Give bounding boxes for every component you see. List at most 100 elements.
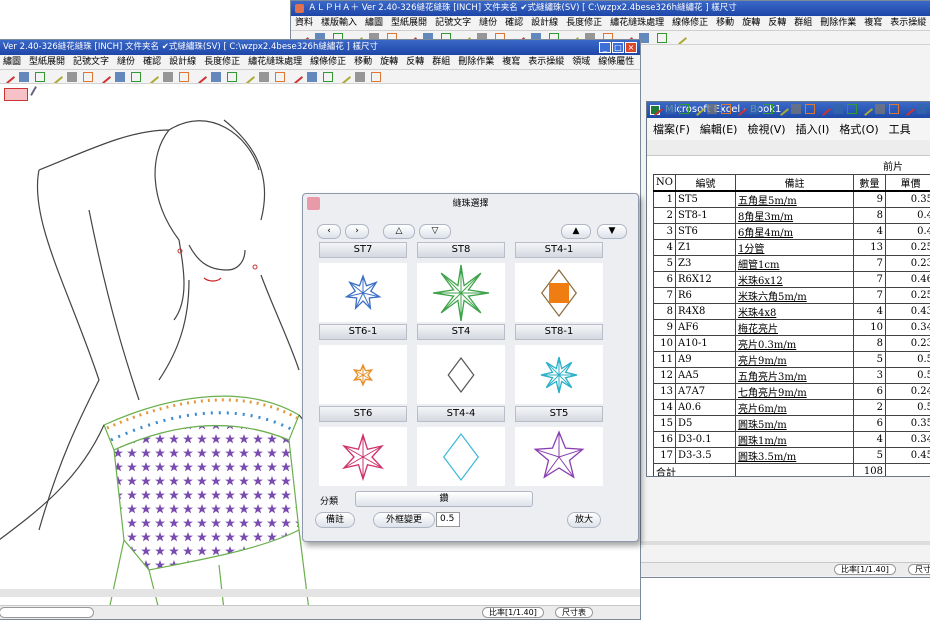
- excel-cell[interactable]: 2: [853, 399, 886, 416]
- excel-header-cell[interactable]: 編號: [675, 174, 736, 192]
- prev-button[interactable]: ‹: [317, 224, 341, 239]
- toolbar-tool-icon[interactable]: [259, 72, 269, 82]
- front-menu-item[interactable]: 領域: [572, 55, 590, 69]
- excel-cell[interactable]: 1: [653, 190, 676, 208]
- excel-cell[interactable]: 8: [853, 207, 886, 224]
- excel-cell[interactable]: [885, 463, 930, 476]
- toolbar-tool-icon[interactable]: [805, 104, 815, 114]
- excel-cell[interactable]: 6: [853, 415, 886, 432]
- excel-cell[interactable]: 6: [653, 271, 676, 288]
- excel-cell[interactable]: 1分管: [735, 239, 854, 256]
- excel-cell[interactable]: 4: [853, 431, 886, 448]
- bead-option-st8[interactable]: ST8: [417, 242, 505, 322]
- toolbar-tool-icon[interactable]: [323, 72, 333, 82]
- excel-cell[interactable]: 亮片6m/m: [735, 399, 854, 416]
- excel-cell[interactable]: R6: [675, 287, 736, 304]
- excel-cell[interactable]: 五角亮片3m/m: [735, 367, 854, 384]
- excel-cell[interactable]: A9: [675, 351, 736, 368]
- excel-cell[interactable]: ST8-1: [675, 207, 736, 224]
- excel-cell[interactable]: D3-0.1: [675, 431, 736, 448]
- excel-cell[interactable]: 11: [653, 351, 676, 368]
- bead-option-st5[interactable]: ST5: [515, 406, 603, 486]
- front-menu-item[interactable]: 群組: [432, 55, 450, 69]
- zoom-button[interactable]: 放大: [567, 512, 601, 528]
- excel-cell[interactable]: 米珠六角5m/m: [735, 287, 854, 304]
- note-button[interactable]: 備註: [315, 512, 355, 528]
- bead-option-st7[interactable]: ST7: [319, 242, 407, 322]
- front-menu-item[interactable]: 縫份: [117, 55, 135, 69]
- toolbar-tool-icon[interactable]: [96, 70, 112, 83]
- down-button[interactable]: ▼: [597, 224, 627, 239]
- excel-menu-item[interactable]: 格式(O): [839, 121, 878, 137]
- excel-cell[interactable]: 6角星4m/m: [735, 223, 854, 240]
- back-size-pill[interactable]: 尺寸表: [908, 564, 930, 575]
- excel-cell[interactable]: 0.4: [885, 223, 930, 240]
- excel-cell[interactable]: 0.4: [885, 207, 930, 224]
- excel-cell[interactable]: Z1: [675, 239, 736, 256]
- total-label[interactable]: 合計: [653, 463, 736, 476]
- excel-cell[interactable]: 0.25: [885, 239, 930, 256]
- excel-cell[interactable]: A7A7: [675, 383, 736, 400]
- excel-cell[interactable]: 12: [653, 367, 676, 384]
- front-size-pill[interactable]: 尺寸表: [555, 607, 593, 618]
- toolbar-tool-icon[interactable]: [192, 70, 208, 83]
- excel-cell[interactable]: 0.23: [885, 255, 930, 272]
- excel-cell[interactable]: 15: [653, 415, 676, 432]
- back-menu-item[interactable]: 反轉: [768, 16, 786, 30]
- excel-header-cell[interactable]: NO: [653, 174, 676, 192]
- back-menu-item[interactable]: 刪除作業: [820, 16, 856, 30]
- toolbar-tool-icon[interactable]: [115, 72, 125, 82]
- excel-menu-item[interactable]: 編輯(E): [700, 121, 738, 137]
- toolbar-tool-icon[interactable]: [144, 70, 160, 83]
- toolbar-tool-icon[interactable]: [275, 72, 285, 82]
- back-menu-item[interactable]: 繡花縫珠處理: [610, 16, 664, 30]
- bead-option-st4[interactable]: ST4: [417, 324, 505, 404]
- excel-menu-item[interactable]: 檢視(V): [747, 121, 785, 137]
- front-menu-item[interactable]: 設計線: [169, 55, 196, 69]
- excel-cell[interactable]: AA5: [675, 367, 736, 384]
- excel-cell[interactable]: 細管1cm: [735, 255, 854, 272]
- scale-label-button[interactable]: 外框變更: [373, 512, 435, 528]
- excel-menu-item[interactable]: 工具: [889, 121, 911, 137]
- excel-cell[interactable]: 7: [853, 271, 886, 288]
- front-menu-item[interactable]: 線條屬性: [598, 55, 634, 69]
- close-button[interactable]: ×: [625, 42, 637, 53]
- excel-cell[interactable]: 0.25: [885, 287, 930, 304]
- toolbar-tool-icon[interactable]: [672, 31, 688, 44]
- toolbar-tool-icon[interactable]: [679, 104, 689, 114]
- toolbar-tool-icon[interactable]: [307, 72, 317, 82]
- excel-cell[interactable]: 13: [853, 239, 886, 256]
- back-scroll-track[interactable]: [641, 541, 930, 545]
- excel-cell[interactable]: 七角亮片9m/m: [735, 383, 854, 400]
- minimize-button[interactable]: _: [599, 42, 611, 53]
- excel-cell[interactable]: 5: [853, 351, 886, 368]
- excel-cell[interactable]: 米珠4x8: [735, 303, 854, 320]
- bead-option-st6-1[interactable]: ST6-1: [319, 324, 407, 404]
- back-menu-item[interactable]: 型紙展開: [391, 16, 427, 30]
- excel-cell[interactable]: 7: [653, 287, 676, 304]
- back-menu-item[interactable]: 旋轉: [742, 16, 760, 30]
- front-menu-item[interactable]: 移動: [354, 55, 372, 69]
- excel-cell[interactable]: 0.5: [885, 367, 930, 384]
- excel-cell[interactable]: 圓珠3.5m/m: [735, 447, 854, 464]
- front-menu-item[interactable]: 繡花縫珠處理: [248, 55, 302, 69]
- excel-cell[interactable]: 4: [853, 303, 886, 320]
- excel-menu-item[interactable]: 插入(I): [796, 121, 830, 137]
- excel-header-cell[interactable]: 備註: [735, 174, 854, 192]
- excel-cell[interactable]: D3-3.5: [675, 447, 736, 464]
- toolbar-tool-icon[interactable]: [179, 72, 189, 82]
- bead-option-st4-4[interactable]: ST4-4: [417, 406, 505, 486]
- toolbar-tool-icon[interactable]: [875, 104, 885, 114]
- excel-cell[interactable]: 3: [653, 223, 676, 240]
- back-menu-item[interactable]: 線條修正: [672, 16, 708, 30]
- front-menu-item[interactable]: 複寫: [502, 55, 520, 69]
- back-menu-item[interactable]: 表示操縱: [890, 16, 926, 30]
- excel-cell[interactable]: 0.24: [885, 383, 930, 400]
- toolbar-tool-icon[interactable]: [749, 104, 759, 114]
- excel-cell[interactable]: 圓珠1m/m: [735, 431, 854, 448]
- back-menu-item[interactable]: 移動: [716, 16, 734, 30]
- excel-cell[interactable]: 五角星5m/m: [735, 190, 854, 208]
- excel-cell[interactable]: R4X8: [675, 303, 736, 320]
- h-scrollbar[interactable]: [0, 589, 640, 597]
- excel-cell[interactable]: AF6: [675, 319, 736, 336]
